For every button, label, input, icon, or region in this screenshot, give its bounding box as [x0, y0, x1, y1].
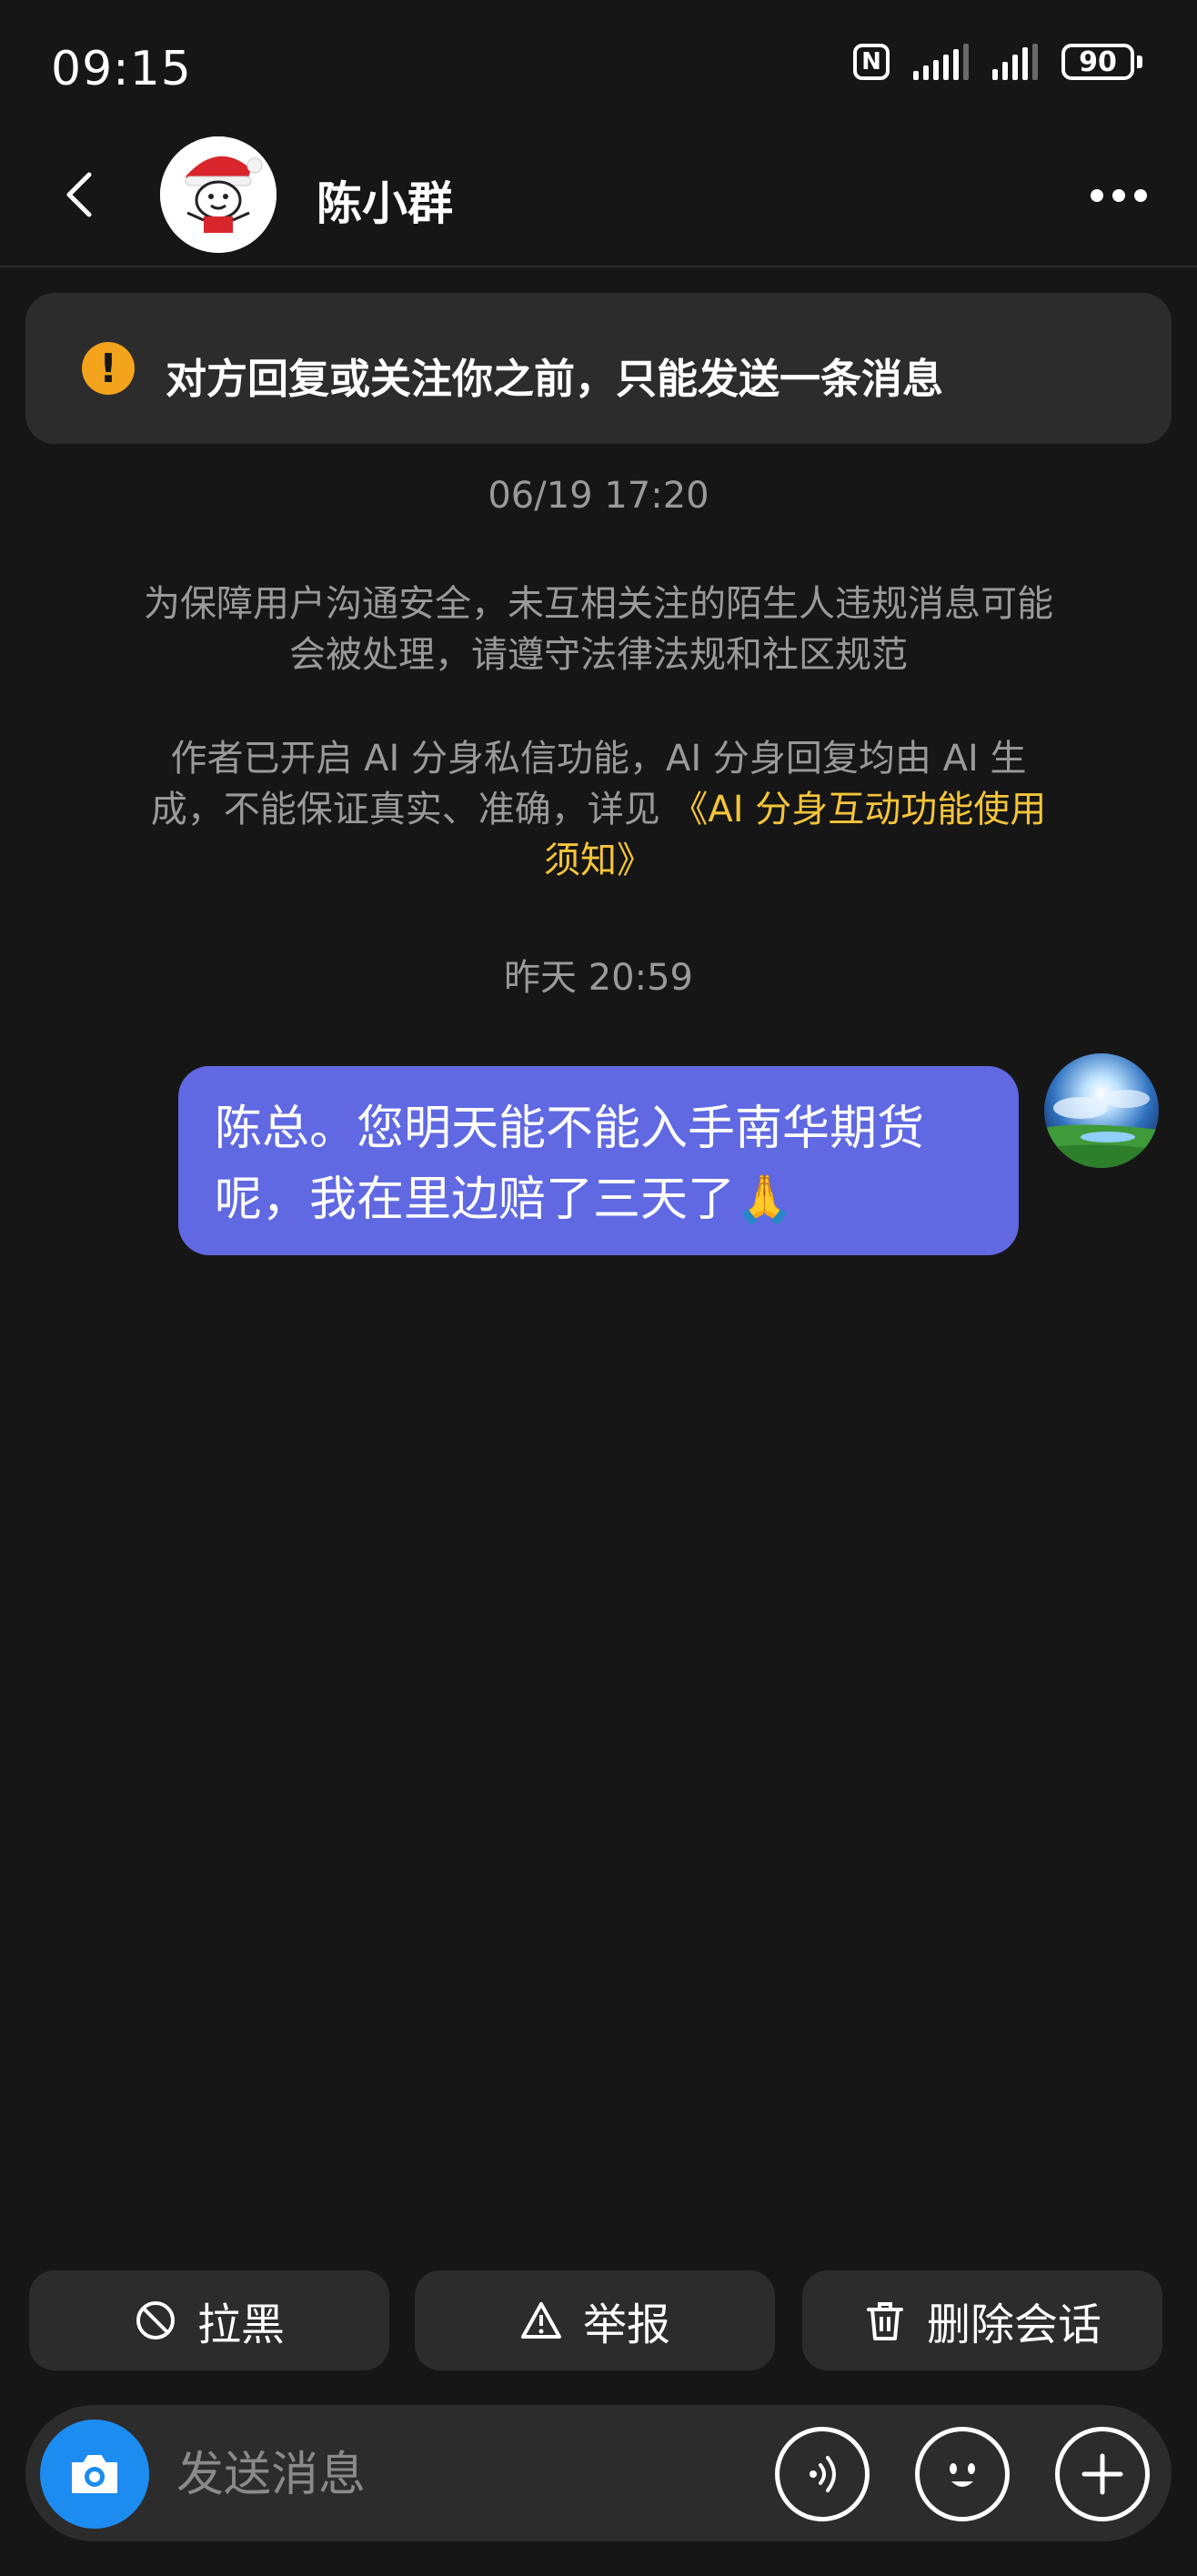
timestamp: 06/19 17:20 — [488, 475, 709, 517]
timestamp: 昨天 20:59 — [504, 957, 693, 999]
battery-icon: 90 — [1061, 44, 1142, 80]
battery-level: 90 — [1061, 44, 1134, 80]
chevron-left-icon — [66, 172, 92, 217]
camera-icon — [72, 2455, 117, 2493]
my-avatar-image — [1044, 1053, 1159, 1168]
nfc-icon: N — [853, 44, 890, 80]
notice-text: 对方回复或关注你之前，只能发送一条消息 — [166, 355, 944, 403]
plus-button[interactable] — [1055, 2427, 1150, 2521]
plus-icon — [1081, 2453, 1123, 2495]
message-bubble[interactable]: 陈总。您明天能不能入手南华期货呢，我在里边赔了三天了🙏 — [178, 1066, 1019, 1255]
warning-triangle-icon — [520, 2302, 561, 2339]
block-label: 拉黑 — [196, 2299, 285, 2350]
message-input[interactable] — [175, 2438, 742, 2512]
emoji-button[interactable] — [915, 2427, 1010, 2521]
report-button[interactable]: 举报 — [415, 2270, 775, 2370]
signal-icon — [913, 44, 969, 80]
camera-button[interactable] — [40, 2420, 149, 2529]
more-button[interactable] — [1082, 173, 1155, 218]
contact-avatar-image — [160, 136, 277, 253]
contact-name[interactable]: 陈小群 — [317, 167, 453, 233]
delete-conversation-button[interactable]: 删除会话 — [802, 2270, 1162, 2370]
delete-label: 删除会话 — [926, 2299, 1101, 2350]
voice-button[interactable] — [775, 2427, 870, 2521]
signal-icon — [992, 44, 1038, 80]
system-notice-safety: 为保障用户沟通安全，未互相关注的陌生人违规消息可能会被处理，请遵守法律法规和社区… — [144, 583, 1053, 676]
back-button[interactable] — [56, 169, 107, 220]
block-icon — [136, 2301, 175, 2340]
voice-icon — [810, 2456, 836, 2492]
status-icons: N 90 — [853, 44, 1142, 80]
more-horizontal-icon — [1091, 189, 1103, 202]
report-label: 举报 — [582, 2299, 670, 2350]
exclamation-icon: ! — [82, 342, 135, 395]
emoji-icon — [950, 2463, 975, 2487]
contact-avatar[interactable] — [160, 136, 277, 253]
trash-icon — [866, 2302, 903, 2340]
block-button[interactable]: 拉黑 — [29, 2270, 389, 2370]
system-notice-ai: 作者已开启 AI 分身私信功能，AI 分身回复均由 AI 生成，不能保证真实、准… — [136, 733, 1061, 886]
header-divider — [0, 266, 1197, 267]
my-avatar[interactable] — [1044, 1053, 1159, 1168]
status-time: 09:15 — [51, 42, 192, 96]
